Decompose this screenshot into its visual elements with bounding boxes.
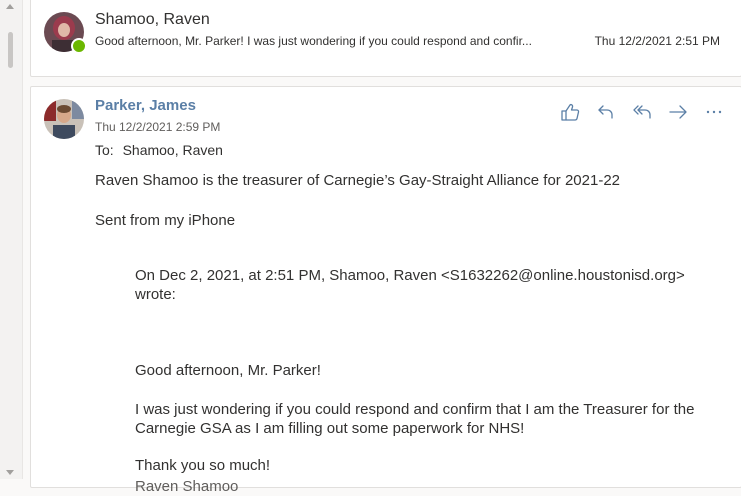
- quoted-header: On Dec 2, 2021, at 2:51 PM, Shamoo, Rave…: [135, 267, 685, 303]
- reply-all-icon[interactable]: [631, 102, 653, 122]
- email-signature: Sent from my iPhone: [95, 212, 236, 229]
- quoted-closing: Thank you so much!: [135, 457, 271, 474]
- collapsed-message-card[interactable]: Shamoo, Raven Good afternoon, Mr. Parker…: [30, 0, 741, 77]
- expanded-message-card: Parker, James Thu 12/2/2021 2:59 PM To: …: [30, 86, 741, 495]
- thread-scrollbar[interactable]: [0, 0, 23, 479]
- sender-name[interactable]: Parker, James: [95, 97, 196, 114]
- forward-icon[interactable]: [667, 102, 689, 122]
- message-datetime: Thu 12/2/2021 2:59 PM: [95, 120, 221, 134]
- sender-name: Shamoo, Raven: [95, 11, 210, 28]
- more-icon[interactable]: [703, 102, 725, 122]
- recipient-row: To: Shamoo, Raven: [95, 142, 228, 158]
- message-preview: Good afternoon, Mr. Parker! I was just w…: [95, 34, 532, 48]
- like-icon[interactable]: [559, 102, 581, 122]
- recipient-name[interactable]: Shamoo, Raven: [123, 142, 223, 158]
- scroll-thumb[interactable]: [8, 32, 13, 68]
- sender-avatar-james: [44, 99, 84, 139]
- quoted-greeting: Good afternoon, Mr. Parker!: [135, 362, 321, 379]
- quoted-body: I was just wondering if you could respon…: [135, 401, 695, 437]
- presence-available-icon: [71, 38, 87, 54]
- message-datetime: Thu 12/2/2021 2:51 PM: [594, 34, 720, 48]
- reply-icon[interactable]: [595, 102, 617, 122]
- message-body-line: Raven Shamoo is the treasurer of Carnegi…: [95, 172, 621, 189]
- scroll-up-arrow-icon[interactable]: [6, 4, 14, 9]
- scroll-down-arrow-icon[interactable]: [6, 470, 14, 475]
- to-label: To:: [95, 142, 114, 158]
- message-actions-toolbar: [559, 102, 729, 122]
- quoted-signature: Raven Shamoo: [135, 478, 239, 495]
